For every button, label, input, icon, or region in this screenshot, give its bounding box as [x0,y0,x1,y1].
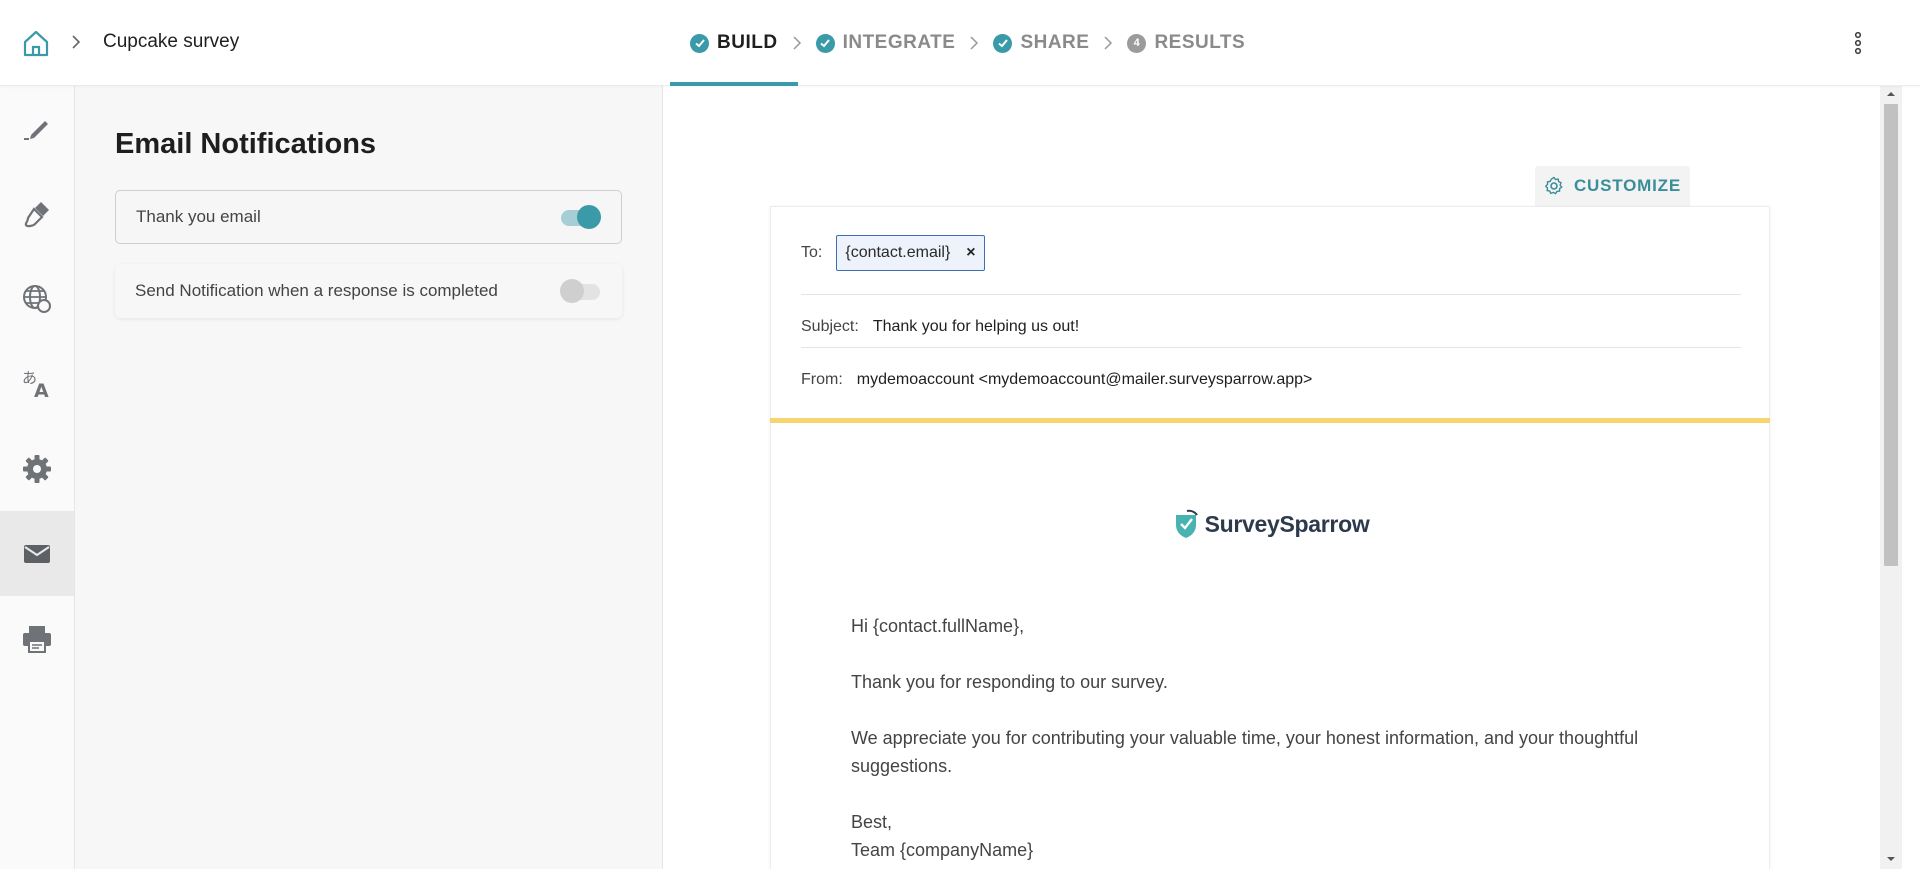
step-results[interactable]: 4 RESULTS [1107,0,1265,86]
sidebar-item-edit[interactable] [0,86,74,171]
email-card: To: {contact.email} × Subject: Thank you… [770,206,1770,869]
customize-button[interactable]: CUSTOMIZE [1535,166,1690,206]
window-edge [1902,86,1920,869]
subject-label: Subject: [801,318,859,335]
customize-label: CUSTOMIZE [1573,176,1681,195]
email-signoff-2: Team {companyName} [851,840,1034,860]
from-row[interactable]: From: mydemoaccount <mydemoaccount@maile… [801,360,1741,400]
step-share[interactable]: SHARE [973,0,1109,86]
sidebar-item-language-web[interactable] [0,256,74,341]
brand-logo: SurveySparrow [771,509,1771,539]
step-build-label: BUILD [717,32,778,53]
from-label: From: [801,371,843,388]
panel-title: Email Notifications [115,128,377,160]
step-results-label: RESULTS [1154,32,1246,53]
email-greeting: Hi {contact.fullName}, [851,616,1025,636]
paint-brush-icon [24,201,49,227]
gear-icon [23,454,51,483]
check-circle-icon [690,33,709,53]
pen-icon [24,120,48,140]
sidebar-item-print[interactable] [0,596,74,681]
email-preview-area: CUSTOMIZE To: {contact.email} × Subject:… [663,86,1880,869]
home-icon[interactable] [22,29,50,57]
divider [801,347,1741,348]
envelope-icon [24,544,50,563]
sidebar-item-translate[interactable]: あ A [0,341,74,426]
sidebar-item-design[interactable] [0,171,74,256]
scroll-up-arrow-icon[interactable] [1884,88,1898,100]
chevron-right-icon [72,35,81,49]
step-number-badge: 4 [1127,33,1147,53]
response-notification-toggle-row[interactable]: Send Notification when a response is com… [115,264,622,318]
scroll-down-arrow-icon[interactable] [1884,853,1898,865]
sparrow-logo-icon [1175,509,1198,538]
step-integrate[interactable]: INTEGRATE [796,0,976,86]
globe-icon [23,284,51,313]
logo-text: SurveySparrow [1204,510,1370,537]
email-signoff-1: Best, [851,812,893,832]
toggle-label: Send Notification when a response is com… [135,281,498,300]
email-paragraph-2: We appreciate you for contributing your … [851,728,1639,776]
divider [801,294,1741,295]
survey-title[interactable]: Cupcake survey [103,31,239,53]
thank-you-email-toggle-row[interactable]: Thank you email [115,190,622,244]
response-notification-switch[interactable] [560,279,602,303]
sidebar-item-settings[interactable] [0,426,74,511]
highlight-bar [770,418,1770,423]
email-paragraph-1: Thank you for responding to our survey. [851,672,1168,692]
thank-you-email-switch[interactable] [559,205,601,229]
check-circle-icon [815,33,835,53]
sidebar-item-email-notifications[interactable] [0,511,74,596]
step-share-label: SHARE [1020,32,1090,53]
subject-value: Thank you for helping us out! [872,318,1080,335]
check-circle-icon [993,33,1013,53]
to-label: To: [801,244,823,261]
from-value: mydemoaccount <mydemoaccount@mailer.surv… [856,371,1313,388]
remove-recipient-icon[interactable]: × [966,244,975,262]
email-notifications-panel: Email Notifications Thank you email Send… [75,86,663,869]
recipient-chip-text: {contact.email} [845,244,951,261]
step-build[interactable]: BUILD [670,0,798,86]
scrollbar-thumb[interactable] [1884,104,1898,566]
subject-row[interactable]: Subject: Thank you for helping us out! [801,307,1741,347]
step-integrate-label: INTEGRATE [842,32,956,53]
top-bar: Cupcake survey BUILD INTEGRATE SHARE 4 R… [0,0,1920,86]
gear-icon [1544,176,1563,195]
translate-icon: あ A [22,369,49,401]
left-sidebar: あ A [0,86,75,869]
to-row: To: {contact.email} × [801,234,1741,272]
step-nav: BUILD INTEGRATE SHARE 4 RESULTS [670,0,1265,86]
svg-text:A: A [34,380,49,401]
printer-icon [23,625,51,653]
toggle-label: Thank you email [136,207,261,226]
more-options-icon[interactable] [1848,30,1868,56]
recipient-chip[interactable]: {contact.email} × [836,235,985,271]
